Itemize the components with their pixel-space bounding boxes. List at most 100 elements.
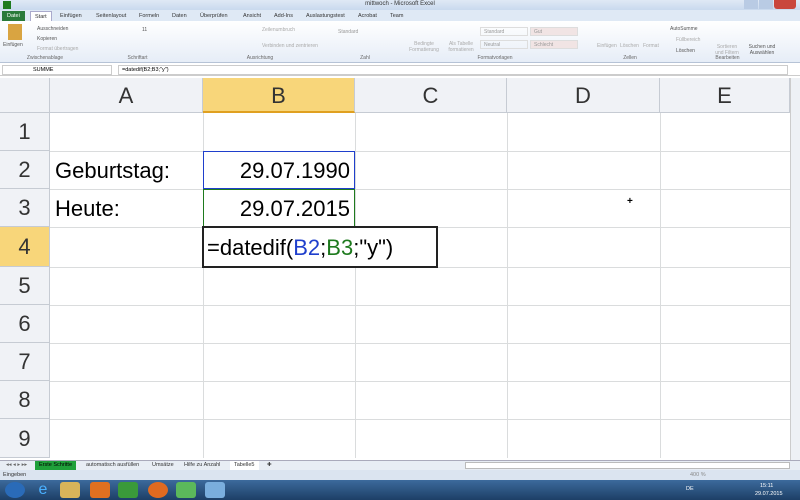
window-title: mittwoch - Microsoft Excel	[365, 1, 435, 7]
tab-daten[interactable]: Daten	[172, 11, 187, 21]
cell-b4-editor[interactable]: =datedif(B2;B3;"y")	[202, 226, 438, 268]
gridline	[50, 305, 790, 306]
tab-formeln[interactable]: Formeln	[139, 11, 159, 21]
sheet-nav-arrows[interactable]: ◂◂ ◂ ▸ ▸▸	[2, 461, 31, 470]
tab-addins[interactable]: Add-Ins	[274, 11, 293, 21]
sheet-tab-erste-schritte[interactable]: Erste Schritte	[35, 461, 77, 470]
style-gut[interactable]: Gut	[530, 27, 578, 36]
column-header-a[interactable]: A	[50, 78, 203, 113]
ie-icon[interactable]: e	[33, 482, 53, 498]
formula-ref-b2: B2	[293, 235, 321, 260]
row-header-8[interactable]: 8	[0, 381, 50, 419]
row-header-3[interactable]: 3	[0, 189, 50, 227]
tab-team[interactable]: Team	[390, 11, 403, 21]
group-styles: Formatvorlagen	[477, 55, 513, 61]
format-cells-button[interactable]: Format	[643, 43, 659, 49]
paste-icon	[8, 24, 22, 40]
name-box[interactable]: SUMME	[2, 65, 112, 75]
ribbon-tabs: Datei Start Einfügen Seitenlayout Formel…	[0, 10, 800, 21]
cell-a3[interactable]: Heute:	[55, 196, 120, 222]
close-button[interactable]	[774, 0, 796, 9]
style-standard[interactable]: Standard	[480, 27, 528, 36]
title-bar: mittwoch - Microsoft Excel	[0, 0, 800, 10]
sheet-tab-automatisch-ausfuellen[interactable]: automatisch ausfüllen	[82, 461, 143, 470]
column-header-c[interactable]: C	[355, 78, 507, 113]
minimize-button[interactable]	[744, 0, 758, 9]
copy-button[interactable]: Kopieren	[37, 36, 57, 42]
vertical-scrollbar[interactable]	[790, 78, 800, 460]
wrap-text-button[interactable]: Zeilenumbruch	[262, 27, 295, 33]
conditional-format-button[interactable]: Bedingte Formatierung	[406, 41, 442, 53]
spreadsheet-grid[interactable]: A B C D E 1 2 3 4 5 6 7 8 9 Geburtstag: …	[0, 78, 790, 458]
tab-ansicht[interactable]: Ansicht	[243, 11, 261, 21]
number-format[interactable]: Standard	[338, 29, 358, 35]
tab-auslastungstest[interactable]: Auslastungstest	[306, 11, 345, 21]
sheet-tab-tabelle5[interactable]: Tabelle5	[230, 461, 259, 470]
language-indicator[interactable]: DE	[686, 486, 694, 492]
group-alignment: Ausrichtung	[246, 55, 274, 61]
horizontal-scrollbar[interactable]	[465, 462, 790, 469]
row-header-5[interactable]: 5	[0, 267, 50, 305]
maximize-button[interactable]	[759, 0, 773, 9]
cut-button[interactable]: Ausschneiden	[37, 26, 68, 32]
clock-time[interactable]: 15:11	[760, 483, 773, 489]
format-painter-button[interactable]: Format übertragen	[37, 46, 78, 52]
tab-acrobat[interactable]: Acrobat	[358, 11, 377, 21]
format-as-table-button[interactable]: Als Tabelle formatieren	[445, 41, 477, 53]
cell-b2[interactable]: 29.07.1990	[203, 158, 350, 184]
formula-input[interactable]: =datedif(B2;B3;"y")	[118, 65, 788, 75]
row-header-1[interactable]: 1	[0, 113, 50, 151]
gridline	[355, 113, 356, 458]
row-header-4[interactable]: 4	[0, 227, 50, 267]
select-all-corner[interactable]	[0, 78, 50, 113]
column-header-b[interactable]: B	[203, 78, 355, 113]
tab-ueberpruefen[interactable]: Überprüfen	[200, 11, 228, 21]
row-header-6[interactable]: 6	[0, 305, 50, 343]
cell-cursor-icon: +	[627, 196, 633, 207]
group-editing: Bearbeiten	[715, 55, 740, 61]
gridline	[50, 419, 790, 420]
gridline	[50, 381, 790, 382]
insert-sheet-icon[interactable]: ✚	[263, 461, 276, 470]
clock-date[interactable]: 29.07.2015	[755, 491, 783, 497]
gridline	[50, 343, 790, 344]
sheet-tab-hilfe-zu-anzahl[interactable]: Hilfe zu Anzahl	[180, 461, 224, 470]
start-button[interactable]	[5, 482, 25, 498]
style-schlecht[interactable]: Schlecht	[530, 40, 578, 49]
group-clipboard: Zwischenablage	[26, 55, 64, 61]
app-icon[interactable]	[205, 482, 225, 498]
formula-text: =datedif(	[207, 235, 294, 260]
insert-cells-button[interactable]: Einfügen	[597, 43, 617, 49]
tab-datei[interactable]: Datei	[2, 11, 25, 21]
row-header-9[interactable]: 9	[0, 419, 50, 458]
column-header-e[interactable]: E	[660, 78, 790, 113]
delete-cells-button[interactable]: Löschen	[620, 43, 639, 49]
tab-start[interactable]: Start	[30, 11, 52, 21]
row-header-7[interactable]: 7	[0, 343, 50, 381]
firefox-icon[interactable]	[148, 482, 168, 498]
row-header-2[interactable]: 2	[0, 151, 50, 189]
media-player-icon[interactable]	[90, 482, 110, 498]
paste-button[interactable]: Einfügen	[3, 42, 23, 48]
explorer-icon[interactable]	[60, 482, 80, 498]
zoom-level[interactable]: 400 %	[690, 470, 706, 480]
taskbar: e DE 15:11 29.07.2015	[0, 480, 800, 500]
sheet-tabs: ◂◂ ◂ ▸ ▸▸ Erste Schritte automatisch aus…	[0, 460, 800, 470]
sheet-tab-umsaetze[interactable]: Umsätze	[148, 461, 178, 470]
clear-button[interactable]: Löschen	[676, 48, 695, 54]
project-icon[interactable]	[118, 482, 138, 498]
column-header-d[interactable]: D	[507, 78, 660, 113]
style-neutral[interactable]: Neutral	[480, 40, 528, 49]
cell-a2[interactable]: Geburtstag:	[55, 158, 170, 184]
status-mode: Eingeben	[3, 472, 27, 478]
cell-b3[interactable]: 29.07.2015	[203, 196, 350, 222]
tab-einfuegen[interactable]: Einfügen	[60, 11, 82, 21]
fill-button[interactable]: Füllbereich	[676, 37, 700, 43]
formula-ref-b3: B3	[326, 235, 354, 260]
font-size[interactable]: 11	[142, 27, 147, 33]
tab-seitenlayout[interactable]: Seitenlayout	[96, 11, 126, 21]
merge-center-button[interactable]: Verbinden und zentrieren	[262, 43, 318, 49]
autosum-button[interactable]: AutoSumme	[670, 26, 698, 32]
group-number: Zahl	[360, 55, 370, 61]
excel-taskbar-icon[interactable]	[176, 482, 196, 498]
